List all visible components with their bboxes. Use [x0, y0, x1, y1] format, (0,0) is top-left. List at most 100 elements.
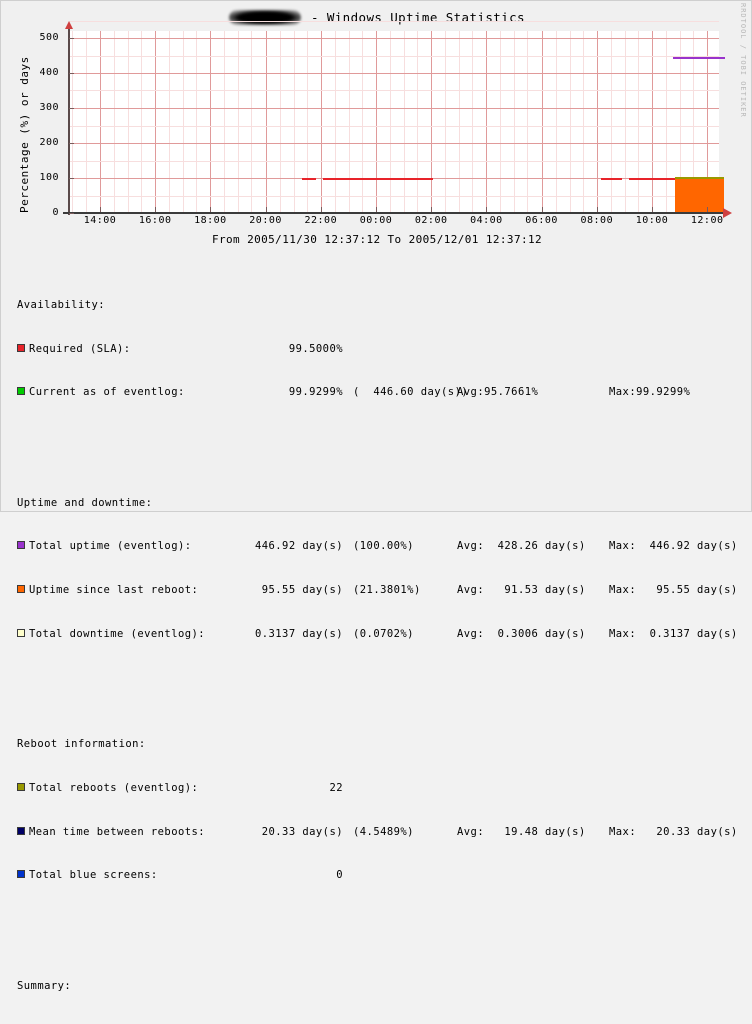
- y-axis-tick-mark: [69, 108, 74, 109]
- legend-label-mean-time-between-reboots: Mean time between reboots:: [29, 825, 206, 838]
- x-axis-tick-mark: [100, 207, 101, 212]
- legend-row-current-eventlog: Current as of eventlog: 99.9299% ( 446.60 …: [17, 385, 743, 400]
- legend-value-uptime-since-reboot: 95.55 day(s): [261, 584, 343, 597]
- x-axis-tick-label: 00:00: [359, 215, 393, 226]
- x-axis-tick-mark: [155, 207, 156, 212]
- grid-line-vertical-minor: [183, 31, 184, 213]
- grid-line-vertical-minor: [500, 31, 501, 213]
- y-axis-arrow-icon: [65, 21, 73, 29]
- swatch-current-eventlog: [17, 387, 25, 396]
- grid-line-vertical-minor: [666, 31, 667, 213]
- legend-value-total-uptime: 446.92 day(s): [254, 540, 343, 553]
- grid-line-vertical: [542, 31, 543, 213]
- legend-value-total-reboots: 22: [329, 781, 343, 794]
- grid-line-vertical: [376, 31, 377, 213]
- legend-row-total-downtime: Total downtime (eventlog): 0.3137 day(s) (…: [17, 627, 743, 642]
- swatch-total-downtime: [17, 628, 25, 637]
- grid-line-vertical-minor: [472, 31, 473, 213]
- grid-line-vertical-minor: [417, 31, 418, 213]
- uptime-heading: Uptime and downtime:: [17, 496, 153, 509]
- legend-label-total-downtime: Total downtime (eventlog):: [29, 627, 206, 640]
- grid-line-horizontal-minor: [69, 196, 719, 197]
- x-axis-tick-label: 02:00: [414, 215, 448, 226]
- x-axis-line: [63, 212, 725, 214]
- grid-line-vertical-minor: [404, 31, 405, 213]
- x-axis-tick-label: 12:00: [690, 215, 724, 226]
- grid-line-horizontal-minor: [69, 21, 719, 22]
- legend-value-mean-time-between-reboots: 20.33 day(s): [261, 825, 343, 838]
- grid-line-vertical-minor: [224, 31, 225, 213]
- summary-heading: Summary:: [17, 979, 72, 992]
- y-axis-line: [68, 27, 70, 215]
- swatch-uptime-since-reboot: [17, 585, 25, 594]
- x-axis-tick-label: 20:00: [249, 215, 282, 226]
- uptime-statistics-graph: - Windows Uptime Statistics RRDTOOL / TO…: [0, 0, 752, 1024]
- legend-label-required-sla: Required (SLA):: [29, 342, 131, 355]
- x-axis-tick-label: 08:00: [580, 215, 614, 226]
- y-axis-tick-mark: [69, 143, 74, 144]
- reboot-heading: Reboot information:: [17, 738, 146, 750]
- grid-line-vertical: [210, 31, 211, 213]
- grid-line-vertical-minor: [514, 31, 515, 213]
- grid-line-vertical-minor: [625, 31, 626, 213]
- legend-value-required-sla: 99.5000%: [288, 342, 343, 355]
- legend-row-uptime-since-reboot: Uptime since last reboot: 95.55 day(s) (21…: [17, 583, 743, 598]
- grid-line-vertical: [321, 31, 322, 213]
- watermark-text: RRDTOOL / TOBI OETIKER: [739, 3, 747, 118]
- legend-label-total-blue-screens: Total blue screens:: [29, 869, 158, 882]
- grid-line-vertical-minor: [583, 31, 584, 213]
- x-axis-tick-label: 16:00: [138, 215, 172, 226]
- page-title: - Windows Uptime Statistics: [1, 10, 752, 25]
- grid-line-vertical: [597, 31, 598, 213]
- legend-paren-current-eventlog: ( 446.60 day(s)): [353, 386, 469, 399]
- legend-label-total-uptime: Total uptime (eventlog):: [29, 540, 192, 553]
- y-axis-tick-mark: [69, 73, 74, 74]
- swatch-mean-time-between-reboots: [17, 826, 25, 835]
- swatch-total-uptime: [17, 541, 25, 550]
- grid-line-vertical-minor: [390, 31, 391, 213]
- grid-line-horizontal-minor: [69, 56, 719, 57]
- plot-canvas: [69, 21, 725, 214]
- legend-max-uptime-since-reboot: Max: 95.55 day(s): [609, 584, 738, 597]
- legend-max-mean-time-between-reboots: Max: 20.33 day(s): [609, 825, 738, 838]
- rrdtool-watermark: RRDTOOL / TOBI OETIKER: [736, 1, 750, 131]
- grid-line-vertical-minor: [611, 31, 612, 213]
- grid-line-horizontal: [69, 108, 719, 109]
- grid-line-vertical-minor: [169, 31, 170, 213]
- legend-row-total-uptime: Total uptime (eventlog): 446.92 day(s) (10…: [17, 539, 743, 554]
- x-axis-tick-label: 18:00: [194, 215, 227, 226]
- x-axis-tick-label: 22:00: [304, 215, 338, 226]
- grid-line-vertical-minor: [114, 31, 115, 213]
- grid-line-vertical: [100, 31, 101, 213]
- x-axis-tick-mark: [542, 207, 543, 212]
- grid-line-horizontal-minor: [69, 126, 719, 127]
- grid-line-vertical: [431, 31, 432, 213]
- x-axis-tick-mark: [652, 207, 653, 212]
- grid-line-vertical-minor: [251, 31, 252, 213]
- grid-line-vertical-minor: [570, 31, 571, 213]
- x-axis-arrow-icon: [723, 208, 732, 218]
- legend-label-uptime-since-reboot: Uptime since last reboot:: [29, 584, 199, 597]
- x-axis-tick-mark: [486, 207, 487, 212]
- y-axis-tick-mark: [69, 38, 74, 39]
- x-axis-tick-mark: [431, 207, 432, 212]
- grid-line-vertical-minor: [335, 31, 336, 213]
- swatch-total-blue-screens: [17, 870, 25, 879]
- x-axis-tick-label: 14:00: [83, 215, 117, 226]
- grid-line-horizontal: [69, 38, 719, 39]
- date-range-caption: From 2005/11/30 12:37:12 To 2005/12/01 1…: [211, 233, 543, 246]
- legend-max-total-uptime: Max: 446.92 day(s): [609, 540, 738, 553]
- y-axis-title-text: Percentage (%) or days: [18, 56, 31, 213]
- series-segment: [323, 178, 433, 180]
- y-axis-tick-label: 300: [39, 102, 59, 113]
- hostname-redacted: [229, 10, 302, 25]
- legend-avg-total-downtime: Avg: 0.3006 day(s): [457, 627, 586, 640]
- availability-heading: Availability:: [17, 298, 106, 311]
- grid-line-horizontal-minor: [69, 161, 719, 162]
- grid-line-vertical-minor: [556, 31, 557, 213]
- y-axis-tick-label: 500: [39, 32, 59, 43]
- legend-label-current-eventlog: Current as of eventlog:: [29, 386, 185, 399]
- grid-line-vertical: [155, 31, 156, 213]
- legend-value-current-eventlog: 99.9299%: [288, 386, 343, 399]
